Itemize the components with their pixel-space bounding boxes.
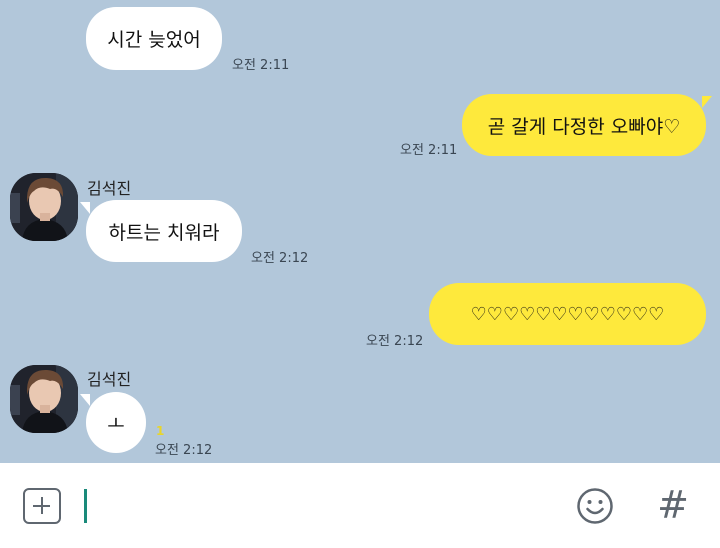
message-time: 오전 2:12: [366, 334, 424, 349]
message-time: 오전 2:12: [251, 251, 309, 266]
message-bubble-incoming[interactable]: ㅗ: [80, 392, 146, 453]
message-text: ㅗ: [107, 413, 125, 435]
message-text: 시간 늦었어: [107, 29, 201, 51]
smiley-icon[interactable]: [576, 487, 614, 525]
hash-icon[interactable]: #: [656, 483, 690, 527]
message-bubble-incoming[interactable]: 하트는 치워라: [80, 200, 242, 262]
chat-area: 시간 늦었어 오전 2:11 곧 갈게 다정한 오빠야♡ 오전 2:11 김석진…: [0, 0, 720, 463]
message-time: 오전 2:12: [155, 443, 213, 458]
avatar[interactable]: [10, 173, 78, 241]
avatar[interactable]: [10, 365, 78, 433]
text-cursor: [84, 489, 87, 523]
message-time: 오전 2:11: [400, 143, 458, 158]
sender-name: 김석진: [87, 370, 132, 389]
message-text: ♡♡♡♡♡♡♡♡♡♡♡♡: [470, 303, 665, 325]
input-bar: #: [0, 463, 720, 548]
profile-photo: [10, 365, 78, 433]
message-input[interactable]: [92, 481, 552, 531]
message-time: 오전 2:11: [232, 58, 290, 73]
profile-photo: [10, 173, 78, 241]
message-text: 곧 갈게 다정한 오빠야♡: [487, 115, 681, 138]
message-bubble-outgoing[interactable]: ♡♡♡♡♡♡♡♡♡♡♡♡: [429, 283, 706, 345]
unread-count: 1: [156, 424, 165, 438]
message-text: 하트는 치워라: [108, 221, 220, 244]
plus-icon[interactable]: [23, 488, 61, 524]
message-bubble-outgoing[interactable]: 곧 갈게 다정한 오빠야♡: [462, 94, 712, 156]
message-bubble-incoming[interactable]: 시간 늦었어: [86, 7, 222, 70]
sender-name: 김석진: [87, 179, 132, 198]
